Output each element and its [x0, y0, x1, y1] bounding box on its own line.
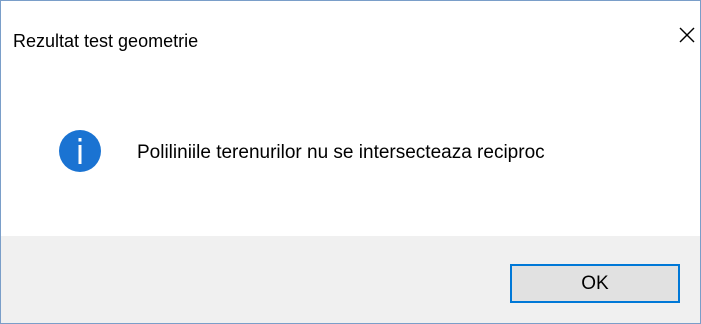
ok-button[interactable]: OK	[510, 264, 680, 303]
dialog-title: Rezultat test geometrie	[13, 31, 199, 51]
message-box-dialog: Rezultat test geometrie Poliliniile tere…	[0, 0, 701, 324]
information-icon	[59, 130, 101, 172]
close-button[interactable]	[674, 15, 700, 55]
dialog-content: Poliliniile terenurilor nu se intersecte…	[1, 85, 700, 236]
close-icon	[679, 27, 695, 43]
button-bar: OK	[1, 236, 700, 323]
title-bar: Rezultat test geometrie	[1, 1, 700, 85]
dialog-message: Poliliniile terenurilor nu se intersecte…	[137, 142, 545, 163]
